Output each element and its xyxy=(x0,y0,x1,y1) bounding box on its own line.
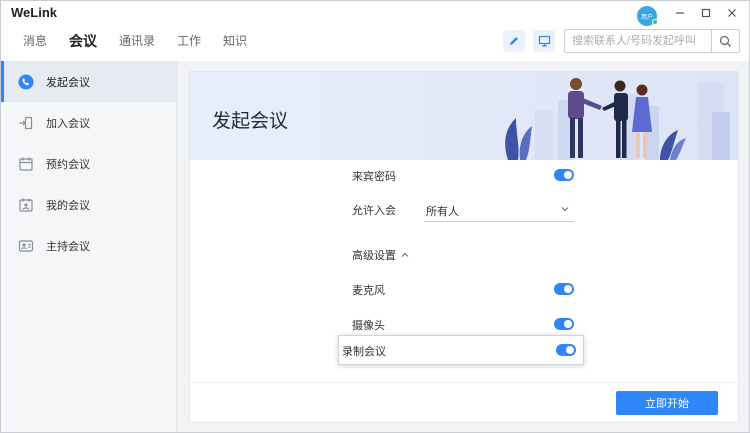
top-nav: 消息 会议 通讯录 工作 知识 xyxy=(23,33,269,49)
nav-item-meetings[interactable]: 会议 xyxy=(69,33,97,49)
nav-item-work[interactable]: 工作 xyxy=(177,33,201,49)
camera-toggle[interactable] xyxy=(554,318,574,330)
panel-footer: 立即开始 xyxy=(190,382,738,422)
sidebar-item-start-meeting[interactable]: 发起会议 xyxy=(1,61,176,102)
calendar-person-icon xyxy=(18,197,34,213)
close-icon[interactable] xyxy=(725,7,739,21)
banner-illustration xyxy=(505,78,730,160)
guest-password-label: 来宾密码 xyxy=(352,171,396,183)
app-window: WeLink 消息 会议 通讯录 工作 知识 用户 搜索联系人/号码发起呼叫 发… xyxy=(0,0,750,433)
microphone-label: 麦克风 xyxy=(352,285,385,297)
advanced-settings-label: 高级设置 xyxy=(352,250,396,262)
host-icon xyxy=(18,238,34,254)
banner: 发起会议 xyxy=(190,72,738,160)
calendar-icon xyxy=(18,156,34,172)
phone-icon xyxy=(18,74,34,90)
sidebar-item-my-meetings[interactable]: 我的会议 xyxy=(1,184,176,225)
nav-item-contacts[interactable]: 通讯录 xyxy=(119,33,155,49)
content-area: 发起会议 加入会议 预约会议 我的会议 主持会议 发起会议 来宾密码 允许入会 … xyxy=(1,61,749,432)
record-meeting-toggle[interactable] xyxy=(556,344,576,356)
sidebar-item-label: 我的会议 xyxy=(46,199,90,212)
maximize-icon[interactable] xyxy=(699,7,713,21)
title-bar: WeLink 消息 会议 通讯录 工作 知识 用户 xyxy=(1,1,749,61)
sidebar: 发起会议 加入会议 预约会议 我的会议 主持会议 xyxy=(1,61,177,432)
sidebar-item-label: 主持会议 xyxy=(46,240,90,253)
nav-item-messages[interactable]: 消息 xyxy=(23,33,47,49)
search-box xyxy=(564,29,740,53)
search-input[interactable] xyxy=(565,30,711,52)
app-name: WeLink xyxy=(11,5,57,20)
minimize-icon[interactable] xyxy=(673,7,687,21)
guest-password-toggle[interactable] xyxy=(554,169,574,181)
row-microphone: 麦克风 xyxy=(352,280,574,300)
record-meeting-label: 录制会议 xyxy=(342,346,386,358)
camera-label: 摄像头 xyxy=(352,320,385,332)
start-meeting-panel: 发起会议 来宾密码 允许入会 所有人 高级设置 麦克风 摄像头 录制会议 立即开… xyxy=(189,71,739,423)
sidebar-item-host-meeting[interactable]: 主持会议 xyxy=(1,225,176,266)
online-status-dot xyxy=(652,19,658,25)
row-allow-join: 允许入会 所有人 xyxy=(352,200,574,222)
allow-join-select[interactable]: 所有人 xyxy=(424,200,574,222)
start-now-button[interactable]: 立即开始 xyxy=(616,391,718,415)
sidebar-item-label: 预约会议 xyxy=(46,158,90,171)
sidebar-item-schedule-meeting[interactable]: 预约会议 xyxy=(1,143,176,184)
sidebar-item-join-meeting[interactable]: 加入会议 xyxy=(1,102,176,143)
avatar-label: 用户 xyxy=(640,14,653,21)
screen-share-icon[interactable] xyxy=(533,30,555,52)
sidebar-item-label: 加入会议 xyxy=(46,117,90,130)
row-camera: 摄像头 xyxy=(352,315,574,335)
search-icon[interactable] xyxy=(711,30,739,52)
allow-join-label: 允许入会 xyxy=(352,205,396,217)
advanced-settings-toggle[interactable]: 高级设置 xyxy=(352,247,410,263)
chevron-up-icon xyxy=(400,250,410,260)
pen-icon[interactable] xyxy=(503,30,525,52)
meeting-settings-form: 来宾密码 允许入会 所有人 高级设置 麦克风 摄像头 录制会议 xyxy=(190,160,738,382)
row-guest-password: 来宾密码 xyxy=(352,166,574,186)
allow-join-value: 所有人 xyxy=(426,205,459,218)
chevron-down-icon xyxy=(560,204,570,217)
row-record-meeting: 录制会议 xyxy=(342,341,576,361)
microphone-toggle[interactable] xyxy=(554,283,574,295)
enter-door-icon xyxy=(18,115,34,131)
nav-item-knowledge[interactable]: 知识 xyxy=(223,33,247,49)
sidebar-item-label: 发起会议 xyxy=(46,76,90,89)
